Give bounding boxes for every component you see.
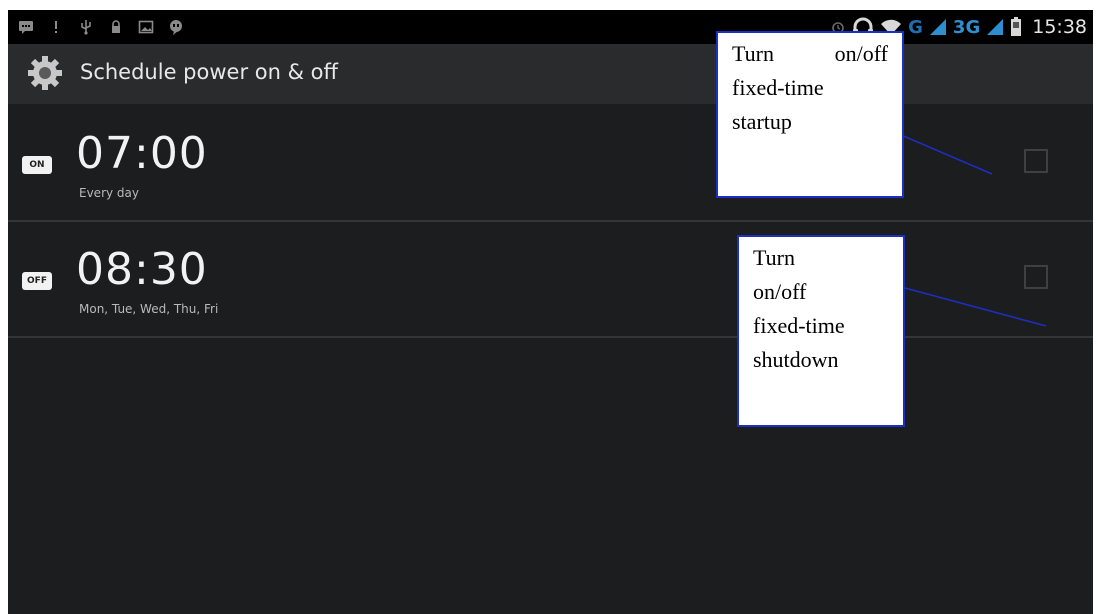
power-on-checkbox[interactable] — [1024, 149, 1048, 173]
schedule-row-power-off[interactable]: OFF 08:30 Mon, Tue, Wed, Thu, Fri — [8, 222, 1093, 338]
off-badge: OFF — [22, 272, 52, 290]
gear-icon[interactable] — [26, 54, 64, 92]
callout-line: on/off — [753, 279, 807, 304]
lock-icon — [108, 19, 124, 35]
status-bar: G 3G 15:38 — [8, 10, 1093, 44]
callout-line: fixed-time — [753, 313, 845, 338]
signal-icon — [986, 19, 1004, 35]
callout-line: fixed-time — [732, 75, 824, 100]
message-icon — [18, 19, 34, 35]
callout-word: Turn — [732, 41, 774, 66]
page-title: Schedule power on & off — [80, 60, 338, 84]
callout-line: Turn on/off — [732, 37, 888, 71]
shutdown-callout: Turn on/off fixed-time shutdown — [737, 235, 905, 427]
schedule-time[interactable]: 07:00 — [76, 128, 208, 179]
android-screen: G 3G 15:38 Schedule power on & off ON 07… — [8, 10, 1093, 614]
callout-line: shutdown — [753, 347, 839, 372]
network-type-g: G — [908, 16, 923, 38]
power-off-checkbox[interactable] — [1024, 265, 1048, 289]
action-bar: Schedule power on & off — [8, 44, 1093, 104]
image-icon — [138, 19, 154, 35]
on-badge: ON — [22, 156, 52, 174]
schedule-time[interactable]: 08:30 — [76, 244, 208, 295]
network-type-3g: 3G — [952, 16, 981, 38]
alert-icon — [48, 19, 64, 35]
usb-icon — [78, 19, 94, 35]
schedule-repeat: Every day — [79, 186, 139, 200]
callout-word: on/off — [834, 41, 888, 66]
schedule-repeat: Mon, Tue, Wed, Thu, Fri — [79, 302, 219, 316]
chat-icon — [168, 19, 184, 35]
callout-line: Turn — [753, 245, 795, 270]
battery-icon — [1010, 17, 1022, 36]
startup-callout: Turn on/off fixed-time startup — [716, 31, 904, 198]
notification-icons — [18, 10, 184, 44]
status-clock: 15:38 — [1032, 16, 1087, 38]
callout-line: startup — [732, 109, 792, 134]
schedule-row-power-on[interactable]: ON 07:00 Every day — [8, 106, 1093, 222]
signal-icon — [929, 19, 947, 35]
